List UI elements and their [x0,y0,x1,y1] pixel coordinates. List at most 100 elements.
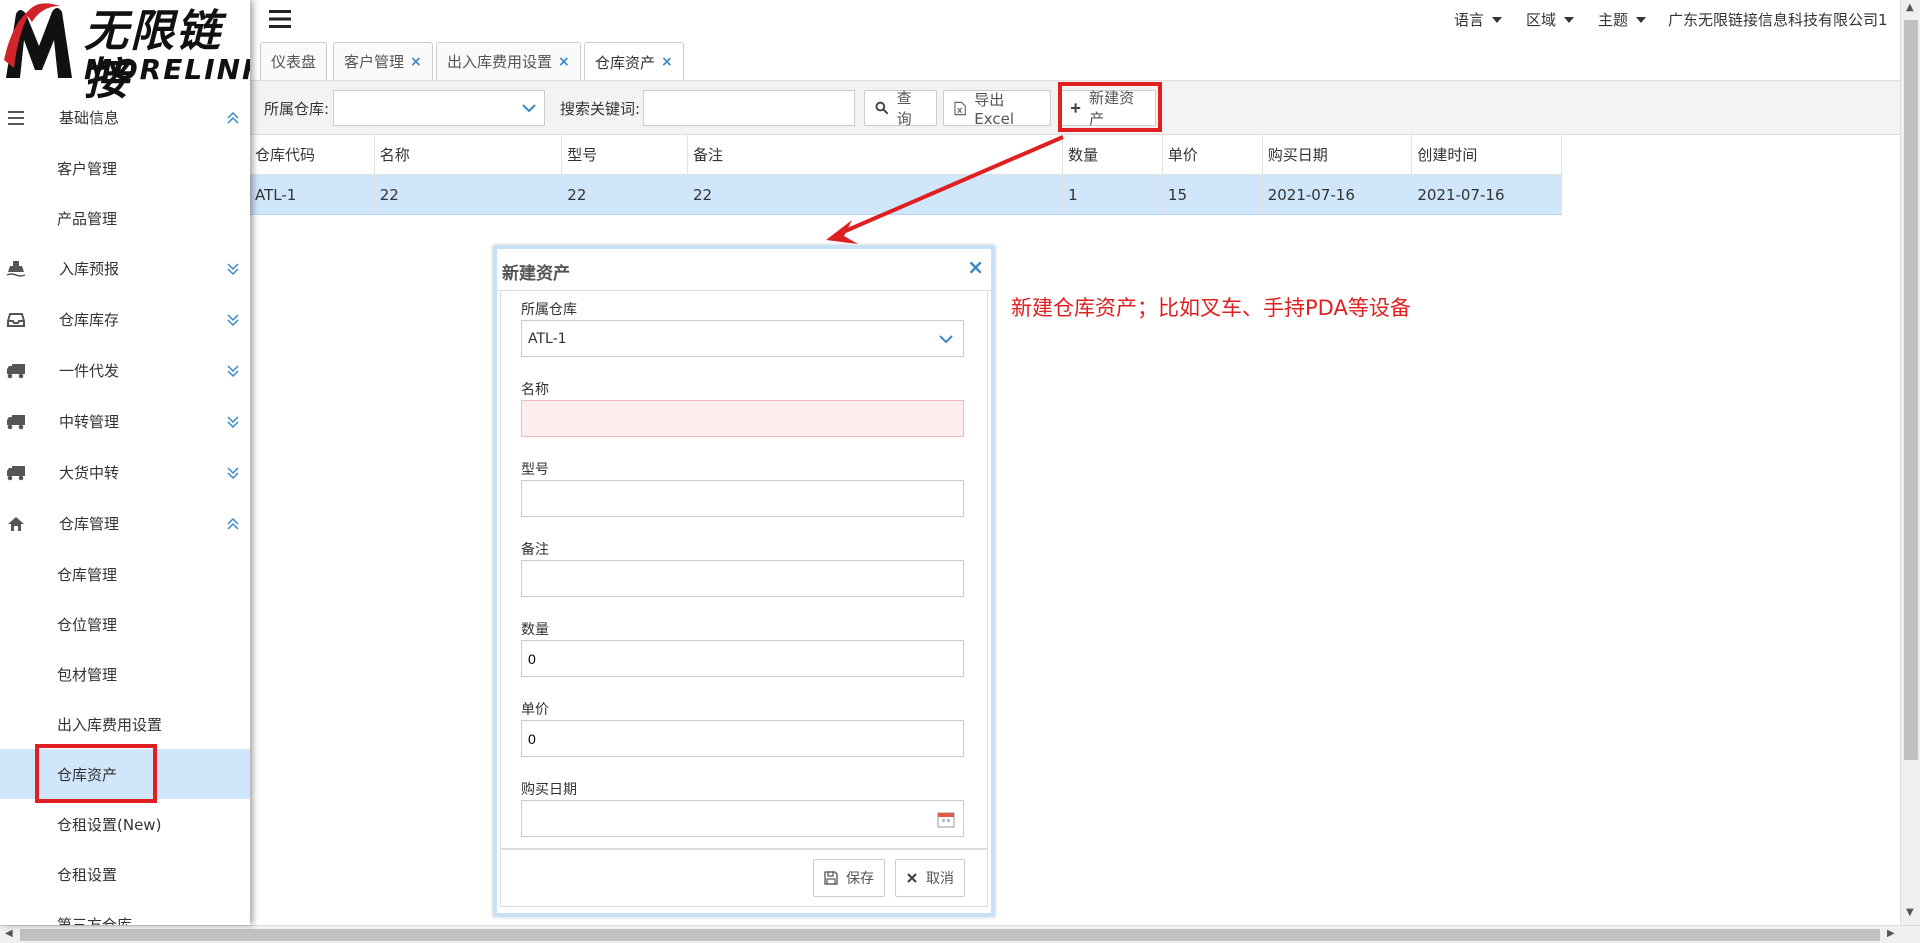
new-asset-dialog: 新建资产 × 所属仓库 ATL-1 名称 型号 备注 数量 单价 购买日期 保存 [493,245,995,917]
save-button[interactable]: 保存 [813,859,885,897]
annotation-highlight-new-button [1058,82,1162,132]
close-icon[interactable]: × [410,54,422,70]
truck-icon [6,361,26,381]
close-icon[interactable]: × [661,54,673,70]
sidebar-item-packaging-management[interactable]: 包材管理 [0,649,250,699]
scroll-up-icon[interactable]: ▲ [1906,2,1914,13]
column-header[interactable]: 名称 [375,135,563,174]
top-bar: 语言 区域 主题 广东无限链接信息科技有限公司1 [250,0,1900,38]
tab-label: 出入库费用设置 [447,53,553,71]
menu-group-label: 入库预报 [59,260,120,278]
column-header[interactable]: 数量 [1063,135,1163,174]
column-header[interactable]: 创建时间 [1412,135,1562,174]
dialog-footer: 保存 取消 [500,849,988,907]
excel-file-icon [954,101,966,115]
language-label: 语言 [1454,11,1485,29]
search-button[interactable]: 查询 [864,89,937,128]
sidebar-item-rent-settings-new[interactable]: 仓租设置(New) [0,799,250,849]
language-menu[interactable]: 语言 [1454,9,1503,30]
company-name: 广东无限链接信息科技有限公司1 [1668,11,1888,29]
warehouse-filter-select[interactable] [333,90,545,126]
hamburger-menu-icon[interactable] [269,9,291,29]
cancel-button[interactable]: 取消 [895,859,965,897]
sidebar-item-location-management[interactable]: 仓位管理 [0,599,250,649]
model-field[interactable] [521,480,964,517]
remark-field-label: 备注 [521,542,549,558]
region-menu[interactable]: 区域 [1526,9,1575,30]
menu-group-warehouse-stock[interactable]: 仓库库存 [0,294,250,345]
column-header[interactable]: 型号 [562,135,688,174]
menu-group-transit-management[interactable]: 中转管理 [0,396,250,447]
inbox-icon [6,310,26,330]
scrollbar-thumb[interactable] [1904,20,1918,760]
sidebar-item-rent-settings[interactable]: 仓租设置 [0,849,250,899]
region-label: 区域 [1526,11,1557,29]
keyword-label: 搜索关键词: [560,100,641,118]
vertical-scrollbar[interactable]: ▲ ▼ [1900,0,1920,925]
tab-customer-management[interactable]: 客户管理 × [333,42,433,80]
table-cell: ATL-1 [250,175,375,214]
dialog-header: 新建资产 × [497,249,991,291]
scroll-right-icon[interactable]: ▶ [1887,928,1895,939]
logo: 无限链接 MORELINK [0,0,250,104]
purchase-date-field-label: 购买日期 [521,782,577,798]
sidebar-item-product-management[interactable]: 产品管理 [0,193,250,243]
name-field[interactable] [521,400,964,437]
menu-group-label: 仓库库存 [59,311,120,329]
scroll-left-icon[interactable]: ◀ [5,928,13,939]
price-field-label: 单价 [521,702,549,718]
sidebar-item-io-fee-settings[interactable]: 出入库费用设置 [0,699,250,749]
menu-group-label: 基础信息 [59,109,120,127]
tab-dashboard[interactable]: 仪表盘 [260,42,328,80]
purchase-date-field[interactable] [521,800,964,837]
horizontal-scrollbar[interactable]: ◀ ▶ [0,925,1920,943]
tab-label: 仪表盘 [271,53,317,71]
quantity-field[interactable] [521,640,964,677]
close-icon[interactable]: × [558,54,570,70]
theme-label: 主题 [1598,11,1629,29]
chevron-double-up-icon [227,517,239,530]
warehouse-select[interactable]: ATL-1 [521,320,964,357]
column-header[interactable]: 仓库代码 [250,135,375,174]
close-icon[interactable]: × [967,257,984,277]
column-header[interactable]: 单价 [1163,135,1263,174]
warehouse-filter-label: 所属仓库: [264,100,330,118]
export-excel-button[interactable]: 导出Excel [943,90,1051,128]
warehouse-field-label: 所属仓库 [521,302,577,318]
scroll-down-icon[interactable]: ▼ [1906,907,1914,918]
table-cell: 2021-07-16 [1263,175,1413,214]
dialog-title: 新建资产 [502,264,570,284]
calendar-icon[interactable] [937,810,955,828]
menu-group-bulk-transit[interactable]: 大货中转 [0,447,250,498]
sidebar-item-third-party-warehouse[interactable]: 第三方仓库 [0,899,250,926]
tab-io-fee-settings[interactable]: 出入库费用设置 × [436,42,581,80]
column-header[interactable]: 备注 [688,135,1064,174]
asset-grid: 仓库代码 名称 型号 备注 数量 单价 购买日期 创建时间 ATL-1 22 2… [250,135,1562,215]
remark-field[interactable] [521,560,964,597]
table-row[interactable]: ATL-1 22 22 22 1 15 2021-07-16 2021-07-1… [250,175,1562,215]
menu-group-warehouse-management[interactable]: 仓库管理 [0,498,250,549]
table-cell: 22 [375,175,563,214]
tab-warehouse-assets[interactable]: 仓库资产 × [584,42,684,81]
menu-group-dropshipping[interactable]: 一件代发 [0,345,250,396]
model-field-label: 型号 [521,462,549,478]
morelink-logo-icon [4,3,72,78]
cancel-button-label: 取消 [926,871,954,887]
save-icon [824,871,838,885]
menu-group-label: 中转管理 [59,413,120,431]
price-field[interactable] [521,720,964,757]
theme-menu[interactable]: 主题 [1598,9,1647,30]
caret-down-icon [1492,16,1503,23]
scrollbar-thumb[interactable] [20,929,1880,941]
chevron-double-up-icon [227,111,239,124]
column-header[interactable]: 购买日期 [1263,135,1413,174]
company-menu[interactable]: 广东无限链接信息科技有限公司1 [1668,9,1888,30]
keyword-input[interactable] [643,90,855,126]
sidebar-item-warehouse-management[interactable]: 仓库管理 [0,549,250,599]
menu-group-basic-info[interactable]: 基础信息 [0,92,250,143]
sidebar-item-customer-management[interactable]: 客户管理 [0,143,250,193]
menu-group-label: 一件代发 [59,362,120,380]
tab-bar: 仪表盘 客户管理 × 出入库费用设置 × 仓库资产 × [250,38,1900,81]
chevron-double-down-icon [227,466,239,479]
menu-group-inbound-forecast[interactable]: 入库预报 [0,243,250,294]
